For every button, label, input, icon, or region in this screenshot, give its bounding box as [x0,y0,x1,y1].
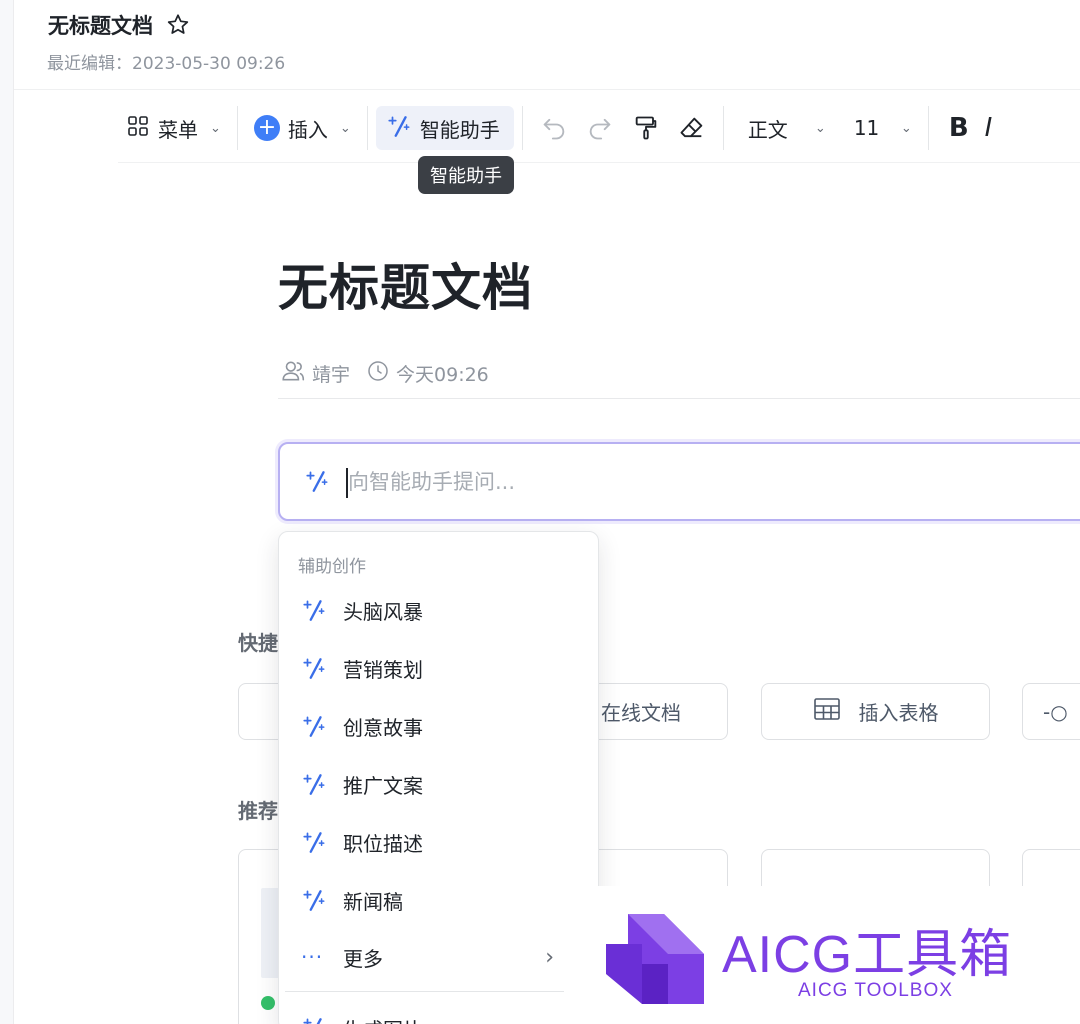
menu-item-label: 更多 [343,946,383,971]
toolbar-divider [236,106,238,150]
magic-wand-icon [303,774,325,795]
toolbar-divider [722,106,724,150]
menu-item-marketing-plan[interactable]: 营销策划 [279,640,598,696]
quick-section-label: 快捷 [238,631,278,655]
chevron-down-icon: ⌄ [814,120,826,136]
bold-icon: B [948,113,969,143]
edit-time: 今天09:26 [396,364,489,386]
italic-icon: I [984,113,993,143]
menu-section-header: 辅助创作 [298,557,366,577]
font-size-value: 11 [853,116,880,140]
chevron-down-icon: ⌄ [210,120,221,136]
font-size-select[interactable]: 11 ⌄ [836,106,920,150]
menu-item-generate-image[interactable]: 生成图片 [279,1000,598,1024]
ai-assistant-tooltip: 智能助手 [418,156,514,194]
document-name[interactable]: 无标题文档 [48,10,153,40]
page-title[interactable]: 无标题文档 [278,248,533,320]
last-edited: 最近编辑：2023-05-30 09:26 [47,54,286,74]
editor-toolbar: 菜单 ⌄ + 插入 ⌄ 智能助手 正文 ⌄ 11 ⌄ B I [118,100,1080,156]
toolbar-bottom-border [118,162,1080,163]
quick-card-more[interactable]: -○ [1022,683,1080,740]
eraser-icon[interactable] [669,106,715,150]
document-title-row: 无标题文档 [48,10,191,40]
ai-assistant-button[interactable]: 智能助手 [375,106,514,150]
watermark-title: AICG工具箱 [722,926,1013,984]
bold-button[interactable]: B [937,106,981,150]
magic-wand-icon [303,1018,322,1024]
online-doc-label: 在线文档 [601,701,681,725]
magic-wand-icon [303,600,325,621]
star-icon[interactable] [165,12,191,38]
insert-label: 插入 [287,117,328,142]
menu-item-promo-copy[interactable]: 推广文案 [279,756,598,812]
author-meta: 靖宇 [280,358,350,389]
italic-button[interactable]: I [981,106,997,150]
magic-wand-icon [303,716,325,737]
ellipsis-icon: ··· [301,945,324,969]
menu-item-label: 头脑风暴 [343,599,423,624]
watermark-subtitle: AICG TOOLBOX [798,980,953,1001]
menu-item-label: 推广文案 [343,773,423,798]
chevron-down-icon: ⌄ [900,120,912,136]
grid-icon [126,114,150,143]
menu-item-creative-story[interactable]: 创意故事 [279,698,598,754]
partial-icon: -○ [1043,699,1068,724]
format-painter-icon[interactable] [623,106,669,150]
ai-ask-box[interactable] [278,442,1080,521]
toolbar-divider [927,106,929,150]
menu-item-label: 营销策划 [343,657,423,682]
text-caret [346,468,348,498]
recommend-section-label: 推荐 [238,799,278,823]
menu-divider [285,991,565,992]
menu-item-label: 生成图片 [343,1014,423,1024]
document-header: 无标题文档 最近编辑：2023-05-30 09:26 [14,0,1080,90]
author-name[interactable]: 靖宇 [312,360,350,387]
table-icon [813,697,841,726]
chevron-down-icon: ⌄ [339,120,351,136]
menu-item-label: 创意故事 [343,715,423,740]
magic-wand-icon [303,832,325,853]
menu-item-label: 新闻稿 [343,889,403,914]
magic-wand-icon [386,113,412,144]
menu-item-brainstorm[interactable]: 头脑风暴 [279,582,598,638]
insert-table-card[interactable]: 插入表格 [761,683,990,740]
ai-ask-input[interactable] [346,462,1046,502]
text-style-label: 正文 [747,117,788,142]
left-rail [0,0,14,1024]
menu-item-job-description[interactable]: 职位描述 [279,814,598,870]
aicg-logo-icon [606,914,704,1004]
insert-table-label: 插入表格 [858,701,939,725]
menu-item-more[interactable]: ··· 更多 › [279,929,598,985]
ai-assistant-label: 智能助手 [419,117,500,142]
time-meta: 今天09:26 [366,359,489,388]
menu-button[interactable]: 菜单 ⌄ [118,106,229,150]
menu-item-label: 职位描述 [343,831,423,856]
menu-label: 菜单 [158,117,198,142]
toolbar-divider [366,106,368,150]
ai-assist-menu: 辅助创作 头脑风暴 营销策划 创意故事 推广文案 职位描述 新闻稿 ··· 更多… [278,531,599,1024]
chevron-right-icon: › [545,944,554,970]
undo-icon[interactable] [531,106,577,150]
plus-circle-icon: + [253,115,280,141]
magic-wand-icon [303,890,325,911]
redo-icon[interactable] [577,106,623,150]
insert-button[interactable]: + 插入 ⌄ [246,106,359,150]
meta-divider [278,398,1080,399]
menu-item-press-release[interactable]: 新闻稿 [279,872,598,928]
toolbar-divider [521,106,523,150]
watermark: AICG工具箱 AICG TOOLBOX [564,886,1080,1024]
check-icon [261,996,275,1010]
users-icon [280,358,306,389]
text-style-select[interactable]: 正文 ⌄ [732,106,836,150]
doc-meta: 靖宇 今天09:26 [280,358,489,389]
magic-wand-icon [303,658,325,679]
magic-wand-icon [304,468,330,498]
clock-icon [366,359,390,388]
